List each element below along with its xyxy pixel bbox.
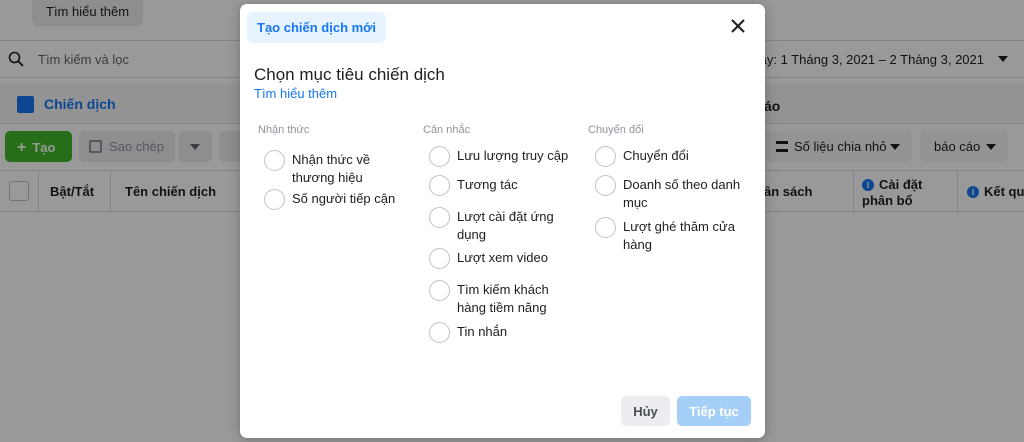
radio-button[interactable] (429, 207, 450, 228)
cancel-button[interactable]: Hủy (621, 396, 670, 426)
radio-button[interactable] (429, 280, 450, 301)
objective-label: Số người tiếp cận (292, 191, 396, 206)
radio-button[interactable] (429, 146, 450, 167)
objective-label: Doanh số theo danh mục (623, 177, 741, 210)
radio-button[interactable] (595, 217, 616, 238)
dialog-title: Chọn mục tiêu chiến dịch (254, 65, 445, 84)
objective-label: Nhận thức về thương hiệu (292, 152, 371, 185)
group-label-awareness: Nhận thức (258, 124, 310, 136)
radio-button[interactable] (429, 248, 450, 269)
radio-button[interactable] (264, 150, 285, 171)
objective-label: Chuyển đổi (623, 148, 689, 163)
create-campaign-dialog: Tạo chiến dịch mới Chọn mục tiêu chiến d… (240, 4, 765, 438)
objective-label: Lượt cài đặt ứng dụng (457, 209, 554, 242)
objective-label: Tương tác (457, 177, 518, 192)
close-icon[interactable] (730, 18, 746, 34)
radio-button[interactable] (429, 322, 450, 343)
radio-button[interactable] (264, 189, 285, 210)
objective-label: Lưu lượng truy cập (457, 148, 569, 163)
radio-button[interactable] (429, 175, 450, 196)
learn-more-link[interactable]: Tìm hiểu thêm (254, 86, 337, 101)
objective-label: Lượt xem video (457, 250, 548, 265)
group-label-conversion: Chuyển đổi (588, 124, 644, 136)
group-label-consideration: Cân nhắc (423, 124, 471, 136)
objective-label: Tìm kiếm khách hàng tiềm năng (457, 282, 549, 315)
radio-button[interactable] (595, 146, 616, 167)
radio-button[interactable] (595, 175, 616, 196)
objective-label: Tin nhắn (457, 324, 508, 339)
continue-button[interactable]: Tiếp tục (677, 396, 751, 426)
objective-label: Lượt ghé thăm cửa hàng (623, 219, 735, 252)
tab-create-new-campaign[interactable]: Tạo chiến dịch mới (247, 12, 387, 43)
